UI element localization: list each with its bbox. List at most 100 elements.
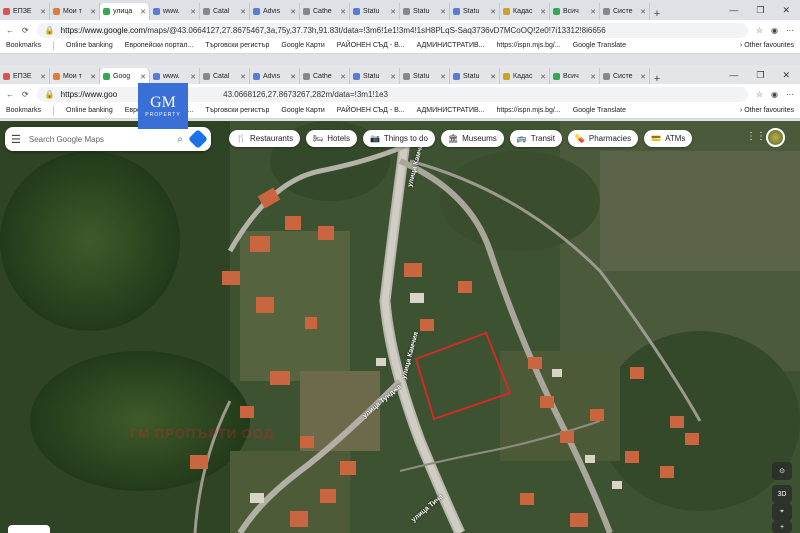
menu-icon[interactable]: ⋯ <box>786 90 794 99</box>
close-icon[interactable]: ✕ <box>140 73 146 81</box>
star-icon[interactable]: ☆ <box>756 90 763 99</box>
close-icon[interactable]: ✕ <box>40 8 46 16</box>
close-icon[interactable]: ✕ <box>782 5 790 16</box>
close-icon[interactable]: ✕ <box>340 73 346 81</box>
browser-tab[interactable]: Мои т ✕ <box>50 3 100 20</box>
browser-tab[interactable]: Catal ✕ <box>200 68 250 85</box>
bookmark-item[interactable]: Търговски регистър <box>205 42 269 49</box>
browser-tab[interactable]: Advis ✕ <box>250 68 300 85</box>
browser-tab[interactable]: Catal ✕ <box>200 3 250 20</box>
close-icon[interactable]: ✕ <box>290 73 296 81</box>
browser-tab[interactable]: Кадас ✕ <box>500 68 550 85</box>
close-icon[interactable]: ✕ <box>640 73 646 81</box>
close-icon[interactable]: ✕ <box>540 8 546 16</box>
browser-tab[interactable]: Мои т ✕ <box>50 68 100 85</box>
back-arrow-icon[interactable]: ← <box>6 90 14 99</box>
close-icon[interactable]: ✕ <box>540 73 546 81</box>
close-icon[interactable]: ✕ <box>390 8 396 16</box>
close-icon[interactable]: ✕ <box>140 8 146 16</box>
back-arrow-icon[interactable]: ← <box>6 26 14 35</box>
browser-tab[interactable]: ЕПЗЕ ✕ <box>0 68 50 85</box>
profile-icon[interactable]: ◉ <box>771 90 778 99</box>
zoom-in-button[interactable]: + <box>772 521 792 533</box>
bookmark-item[interactable]: https://ispn.mjs.bg/... <box>496 42 560 49</box>
close-icon[interactable]: ✕ <box>390 73 396 81</box>
close-icon[interactable]: ✕ <box>90 8 96 16</box>
chip-things-to-do[interactable]: 📷 Things to do <box>362 130 435 147</box>
minimize-icon[interactable]: — <box>729 70 738 81</box>
my-location-icon[interactable]: ⌖ <box>772 503 792 521</box>
star-icon[interactable]: ☆ <box>756 26 763 35</box>
close-icon[interactable]: ✕ <box>290 8 296 16</box>
browser-tab[interactable]: Statu ✕ <box>350 68 400 85</box>
hamburger-menu-icon[interactable]: ☰ <box>11 133 21 146</box>
close-icon[interactable]: ✕ <box>240 73 246 81</box>
satellite-map[interactable] <box>0 121 800 533</box>
bookmark-item[interactable]: Европейски портал... <box>125 42 194 49</box>
browser-tab[interactable]: www. ✕ <box>150 3 200 20</box>
browser-tab[interactable]: Statu ✕ <box>450 68 500 85</box>
close-icon[interactable]: ✕ <box>782 70 790 81</box>
bookmark-item[interactable]: Online banking <box>66 42 113 49</box>
close-icon[interactable]: ✕ <box>40 73 46 81</box>
chip-atms[interactable]: 💳 ATMs <box>644 130 693 147</box>
close-icon[interactable]: ✕ <box>90 73 96 81</box>
browser-tab[interactable]: Всич ✕ <box>550 3 600 20</box>
close-icon[interactable]: ✕ <box>640 8 646 16</box>
other-favourites[interactable]: › Other favourites <box>740 107 794 114</box>
menu-icon[interactable]: ⋯ <box>786 26 794 35</box>
other-favourites[interactable]: › Other favourites <box>740 42 794 49</box>
chip-pharmacies[interactable]: 💊 Pharmacies <box>567 130 639 147</box>
close-icon[interactable]: ✕ <box>590 8 596 16</box>
browser-tab[interactable]: Statu ✕ <box>450 3 500 20</box>
bookmark-item[interactable]: РАЙОНЕН СЪД - В... <box>337 42 405 49</box>
close-icon[interactable]: ✕ <box>440 73 446 81</box>
close-icon[interactable]: ✕ <box>490 73 496 81</box>
search-icon[interactable]: ⌕ <box>177 134 183 145</box>
browser-tab[interactable]: улица ✕ <box>100 3 150 20</box>
close-icon[interactable]: ✕ <box>240 8 246 16</box>
maximize-icon[interactable]: ❐ <box>756 70 764 81</box>
bookmark-item[interactable]: Търговски регистър <box>205 107 269 114</box>
3d-toggle[interactable]: 3D <box>772 485 792 503</box>
back-url-field[interactable]: 🔒 https://www.google.com/maps/@43.066412… <box>36 22 748 38</box>
profile-icon[interactable]: ◉ <box>771 26 778 35</box>
close-icon[interactable]: ✕ <box>340 8 346 16</box>
browser-tab[interactable]: Систе ✕ <box>600 68 650 85</box>
browser-tab[interactable]: Advis ✕ <box>250 3 300 20</box>
bookmark-item[interactable]: Google Карти <box>281 42 324 49</box>
chip-restaurants[interactable]: 🍴 Restaurants <box>229 130 301 147</box>
directions-icon[interactable] <box>188 129 208 149</box>
bookmark-item[interactable]: РАЙОНЕН СЪД - В... <box>337 107 405 114</box>
bookmark-item[interactable]: АДМИНИСТРАТИВ... <box>417 107 485 114</box>
bookmark-item[interactable]: Bookmarks <box>6 42 41 49</box>
bookmark-item[interactable]: АДМИНИСТРАТИВ... <box>417 42 485 49</box>
bookmark-item[interactable]: Bookmarks <box>6 107 41 114</box>
bookmark-item[interactable]: Google Translate <box>573 42 626 49</box>
search-input[interactable]: Search Google Maps <box>29 135 170 144</box>
account-avatar[interactable] <box>766 128 785 147</box>
maps-search-box[interactable]: ☰ Search Google Maps ⌕ <box>5 127 211 151</box>
browser-tab[interactable]: Statu ✕ <box>400 3 450 20</box>
minimize-icon[interactable]: — <box>729 5 738 16</box>
bookmark-item[interactable]: Online banking <box>66 107 113 114</box>
bookmark-item[interactable]: Google Translate <box>573 107 626 114</box>
chip-transit[interactable]: 🚌 Transit <box>509 130 562 147</box>
reload-icon[interactable]: ⟳ <box>22 90 29 99</box>
chip-hotels[interactable]: 🛏 Hotels <box>306 130 357 147</box>
browser-tab[interactable]: ЕПЗЕ ✕ <box>0 3 50 20</box>
compass-control[interactable]: ⊙ <box>772 462 792 480</box>
bookmark-item[interactable]: https://ispn.mjs.bg/... <box>496 107 560 114</box>
browser-tab[interactable]: Statu ✕ <box>400 68 450 85</box>
new-tab-button[interactable]: + <box>650 8 664 20</box>
close-icon[interactable]: ✕ <box>190 8 196 16</box>
close-icon[interactable]: ✕ <box>490 8 496 16</box>
browser-tab[interactable]: Statu ✕ <box>350 3 400 20</box>
reload-icon[interactable]: ⟳ <box>22 26 29 35</box>
browser-tab[interactable]: Всич ✕ <box>550 68 600 85</box>
close-icon[interactable]: ✕ <box>190 73 196 81</box>
layers-thumbnail[interactable] <box>8 525 50 533</box>
browser-tab[interactable]: Систе ✕ <box>600 3 650 20</box>
close-icon[interactable]: ✕ <box>590 73 596 81</box>
browser-tab[interactable]: Cathe ✕ <box>300 68 350 85</box>
